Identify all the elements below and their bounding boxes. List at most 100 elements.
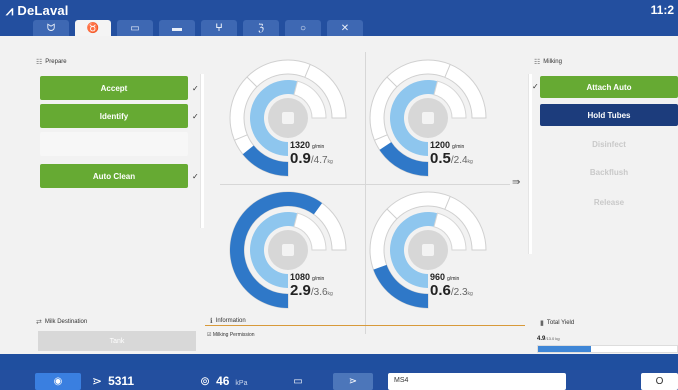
gauge-4-tick [386, 208, 398, 220]
information-divider [205, 325, 525, 326]
delaval-logo-icon: ⩘ [6, 3, 14, 18]
total-yield-bar-fill [538, 346, 591, 352]
gauge-1-tick [246, 76, 258, 88]
hold-tubes-button[interactable]: Hold Tubes [540, 104, 678, 126]
prepare-panel-title: ☷ Prepare [36, 58, 67, 66]
wrench-icon: ✕ [340, 22, 350, 34]
gauge-4-teat-icon [422, 244, 434, 256]
quarter-3-yield: 2.9/3.6kg [290, 282, 333, 299]
brand-logo: ⩘ DeLaval [6, 3, 69, 19]
prepare-disabled-button[interactable] [40, 132, 188, 156]
gauge-1-flow-track [293, 80, 327, 119]
information-text: ☑ Milking Permission [207, 332, 255, 338]
cow-id: 5311 [108, 374, 135, 388]
disinfect-button[interactable]: Disinfect [540, 133, 678, 155]
total-yield-title: ▮ Total Yield [540, 320, 575, 327]
prepare-icon: ☷ [36, 59, 43, 66]
gauge-4-tick [374, 266, 388, 273]
milking-title: Milking [543, 59, 562, 65]
status-input[interactable]: MS4 [388, 373, 566, 390]
accept-button[interactable]: Accept [40, 76, 188, 100]
gauge-3-center [268, 230, 308, 270]
gauge-4-center [408, 230, 448, 270]
tab-circle[interactable]: ○ [285, 20, 321, 36]
brand-name: DeLaval [17, 3, 69, 18]
gauge-2-tick [386, 76, 398, 88]
box-icon: ▭ [130, 22, 140, 34]
identify-check-icon: ✓ [192, 112, 199, 121]
tab-feeder[interactable]: ▬ [159, 20, 195, 36]
gauge-icon: ⊚ [200, 374, 211, 388]
gauge-1-center [268, 98, 308, 138]
gauge-1-tick [304, 64, 311, 78]
tab-udder[interactable]: ♉ [75, 20, 111, 36]
clock: 11:2 [650, 3, 674, 17]
gauge-3-teat-icon [282, 244, 294, 256]
vacuum-value: 46 [216, 374, 230, 388]
gauge-2-yield-fill [379, 142, 428, 176]
flow-icon: ℨ [257, 22, 265, 34]
gauge-divider-horizontal [220, 184, 510, 185]
gauge-3-tick [234, 266, 248, 273]
pulse-icon: ⵖ [215, 22, 223, 34]
home-button[interactable]: ◉ [35, 373, 81, 390]
auto-clean-check-icon: ✓ [192, 172, 199, 181]
home-icon: ◉ [53, 376, 63, 387]
gauge-4-tick [444, 196, 451, 210]
header-bar: ⩘ DeLaval 11:2 ᗢ ♉ ▭ ▬ ⵖ ℨ ○ ✕ [0, 0, 678, 36]
cow-icon: ᗢ [46, 22, 56, 34]
gauge-1-yield-fill [242, 145, 288, 176]
gauge-divider-vertical [365, 52, 366, 334]
cow-arrow-icon: ⋗ [92, 374, 103, 388]
tab-wrench[interactable]: ✕ [327, 20, 363, 36]
footer-bar: ◉ ⋗ 5311 ⊚ 46 kPa ▭ ⋗ MS4 O [0, 370, 678, 390]
gauge-3-flow-track [293, 212, 327, 251]
app-window: ⩘ DeLaval 11:2 ᗢ ♉ ▭ ▬ ⵖ ℨ ○ ✕ ☷ Prepare… [0, 0, 678, 390]
gauge-2-tick [374, 134, 388, 141]
gauge-4-flow-track [433, 212, 467, 251]
cow-id-display: ⋗ 5311 [92, 374, 134, 388]
tab-box[interactable]: ▭ [117, 20, 153, 36]
quarter-4-yield: 0.6/2.3kg [430, 282, 473, 299]
backflush-button[interactable]: Backflush [540, 161, 678, 183]
yield-icon: ▮ [540, 320, 544, 327]
quarter-1-flow: 1320 g/min [290, 140, 325, 150]
attach-auto-button[interactable]: Attach Auto [540, 76, 678, 98]
tab-pulse[interactable]: ⵖ [201, 20, 237, 36]
gauge-2-tick [444, 64, 451, 78]
right-action-button[interactable]: O [641, 373, 678, 390]
quarter-2-yield: 0.5/2.4kg [430, 150, 473, 167]
total-yield-value: 4.9/13.0 kg [537, 336, 560, 342]
chat-icon: ▭ [293, 376, 303, 387]
tab-bar: ᗢ ♉ ▭ ▬ ⵖ ℨ ○ ✕ [33, 20, 363, 36]
tab-flow[interactable]: ℨ [243, 20, 279, 36]
arrow-right-icon: ⇛ [512, 177, 521, 188]
auto-clean-button[interactable]: Auto Clean [40, 164, 188, 188]
prepare-title: Prepare [45, 59, 67, 65]
attach-auto-check-icon: ✓ [532, 82, 539, 91]
milking-scrollbar[interactable] [528, 74, 532, 254]
tab-cow[interactable]: ᗢ [33, 20, 69, 36]
message-button[interactable]: ▭ [280, 373, 316, 390]
release-button[interactable]: Release [540, 191, 678, 213]
tank-button[interactable]: Tank [38, 331, 196, 351]
total-yield-bar [537, 345, 678, 353]
identify-button[interactable]: Identify [40, 104, 188, 128]
destination-icon: ⇄ [36, 319, 42, 326]
accept-check-icon: ✓ [192, 84, 199, 93]
gauge-1-tick [234, 134, 248, 141]
next-button[interactable]: ⋗ [333, 373, 373, 390]
milk-destination-title: ⇄ Milk Destination [36, 319, 88, 326]
circle-icon: ○ [299, 22, 307, 34]
udder-icon: ♉ [86, 22, 100, 34]
info-icon: ℹ [210, 318, 213, 325]
main-panel: ☷ Prepare Accept ✓ Identify ✓ Auto Clean… [0, 36, 678, 354]
info-check-icon: ☑ [207, 332, 212, 338]
gauge-1-teat-icon [282, 112, 294, 124]
gauge-2-flow-track [433, 80, 467, 119]
gauge-4-yield-fill [373, 264, 428, 308]
vacuum-display: ⊚ 46 kPa [200, 374, 248, 388]
prepare-scrollbar[interactable] [200, 74, 204, 228]
quarter-3-flow: 1080 g/min [290, 272, 325, 282]
quarter-4-flow: 960 g/min [430, 272, 460, 282]
